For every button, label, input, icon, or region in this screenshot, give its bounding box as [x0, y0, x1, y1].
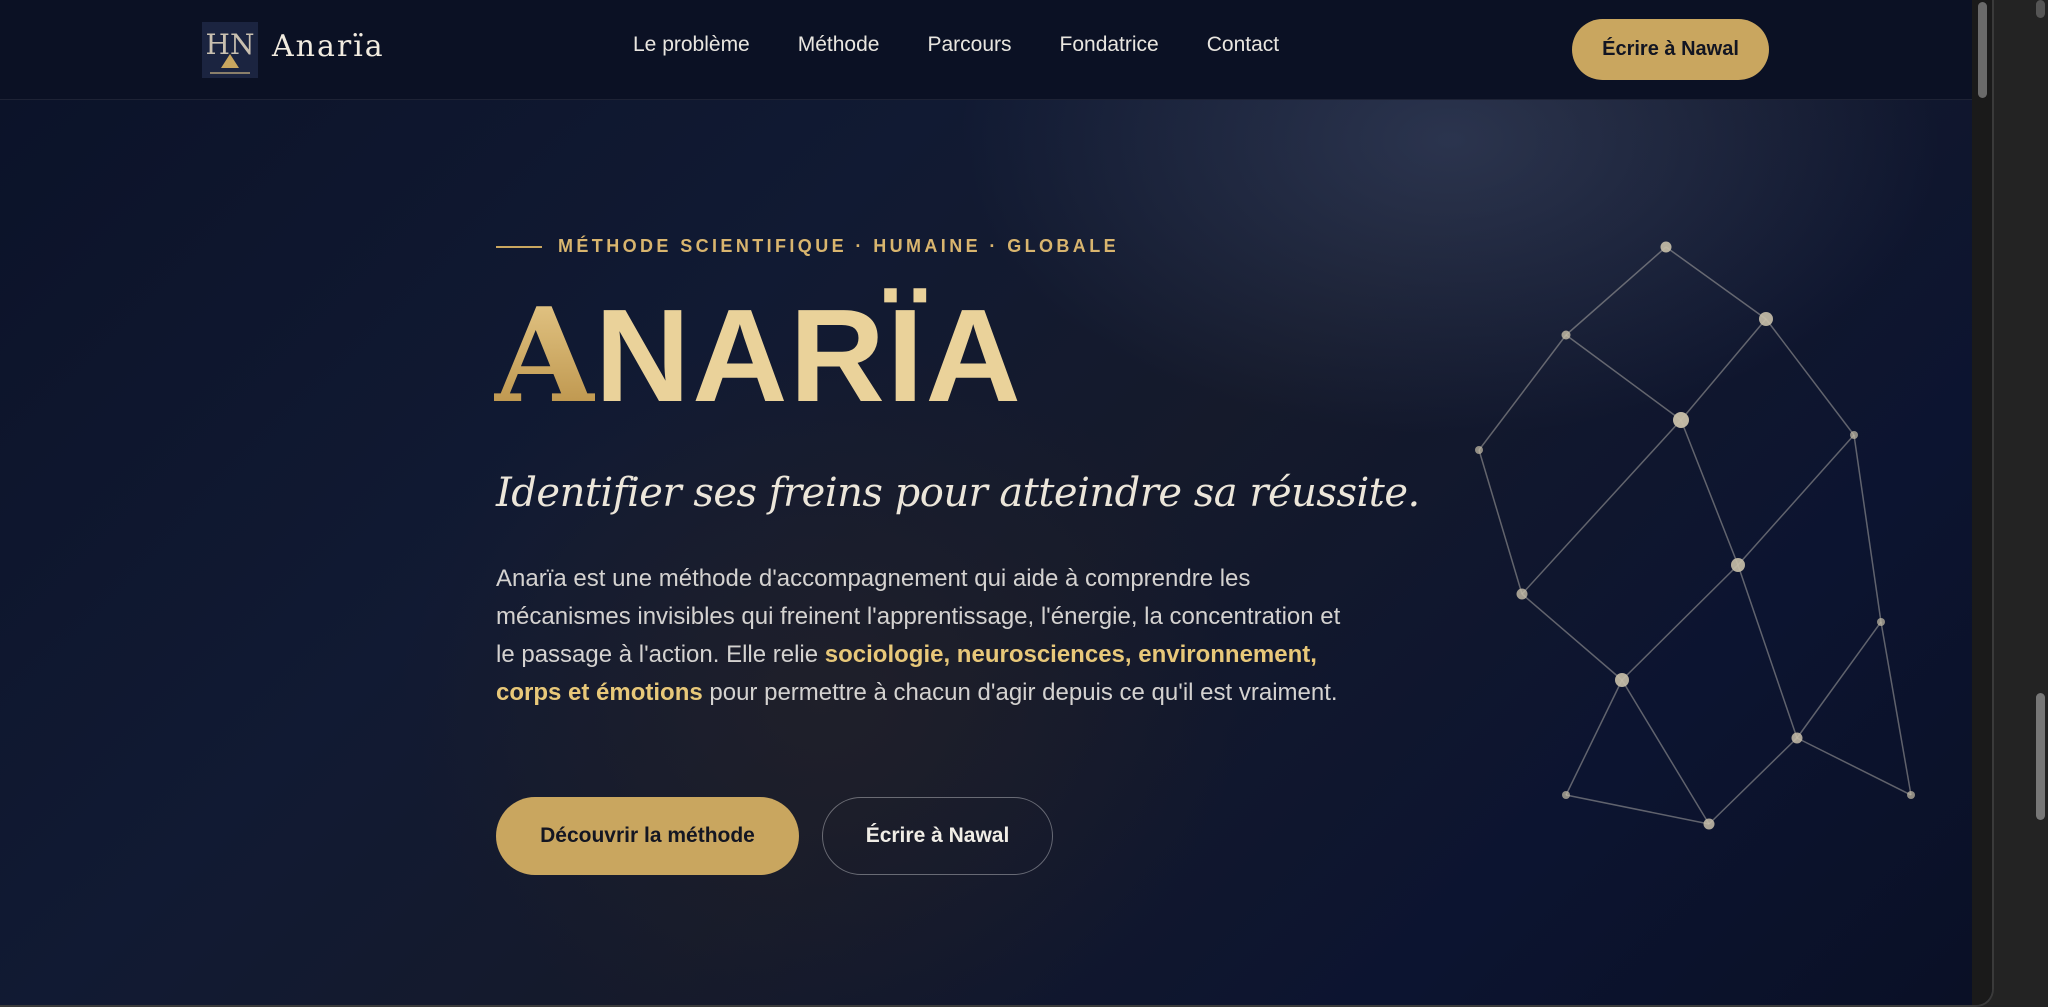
nav-contact-button[interactable]: Écrire à Nawal: [1572, 19, 1769, 80]
top-navbar: HN Anarïa Le problème Méthode Parcours F…: [0, 0, 1972, 100]
page-scrollbar[interactable]: [1972, 0, 1992, 1005]
window-scrollbar-thumb[interactable]: [2036, 693, 2045, 820]
hero-tagline: Identifier ses freins pour atteindre sa …: [496, 470, 1420, 516]
description-text-end: pour permettre à chacun d'agir depuis ce…: [702, 679, 1338, 706]
window-scrollbar-top[interactable]: [2036, 0, 2045, 18]
nav-link-methode[interactable]: Méthode: [798, 33, 880, 57]
brand-name[interactable]: Anarïa: [272, 29, 385, 64]
page-scrollbar-thumb[interactable]: [1978, 2, 1987, 98]
browser-viewport: HN Anarïa Le problème Méthode Parcours F…: [0, 0, 1994, 1007]
hero-title: ANARÏA: [494, 286, 1023, 426]
eyebrow-text: MÉTHODE SCIENTIFIQUE · HUMAINE · GLOBALE: [558, 236, 1119, 256]
hero-title-initial: A: [494, 279, 595, 432]
eyebrow-divider: [496, 245, 542, 248]
page: HN Anarïa Le problème Méthode Parcours F…: [0, 0, 1972, 1005]
hero-description: Anarïa est une méthode d'accompagnement …: [496, 560, 1346, 712]
main-nav: Le problème Méthode Parcours Fondatrice …: [633, 33, 1279, 57]
hero-eyebrow: MÉTHODE SCIENTIFIQUE · HUMAINE · GLOBALE: [496, 236, 1119, 257]
nav-link-probleme[interactable]: Le problème: [633, 33, 750, 57]
constellation-network-icon: [1475, 241, 1915, 830]
anaria-logo-icon[interactable]: HN: [202, 22, 258, 78]
hero-title-rest: NARÏA: [594, 282, 1023, 429]
nav-link-parcours[interactable]: Parcours: [927, 33, 1011, 57]
nav-link-contact[interactable]: Contact: [1207, 33, 1279, 57]
nav-link-fondatrice[interactable]: Fondatrice: [1060, 33, 1159, 57]
write-to-nawal-button[interactable]: Écrire à Nawal: [822, 797, 1053, 875]
discover-method-button[interactable]: Découvrir la méthode: [496, 797, 799, 875]
